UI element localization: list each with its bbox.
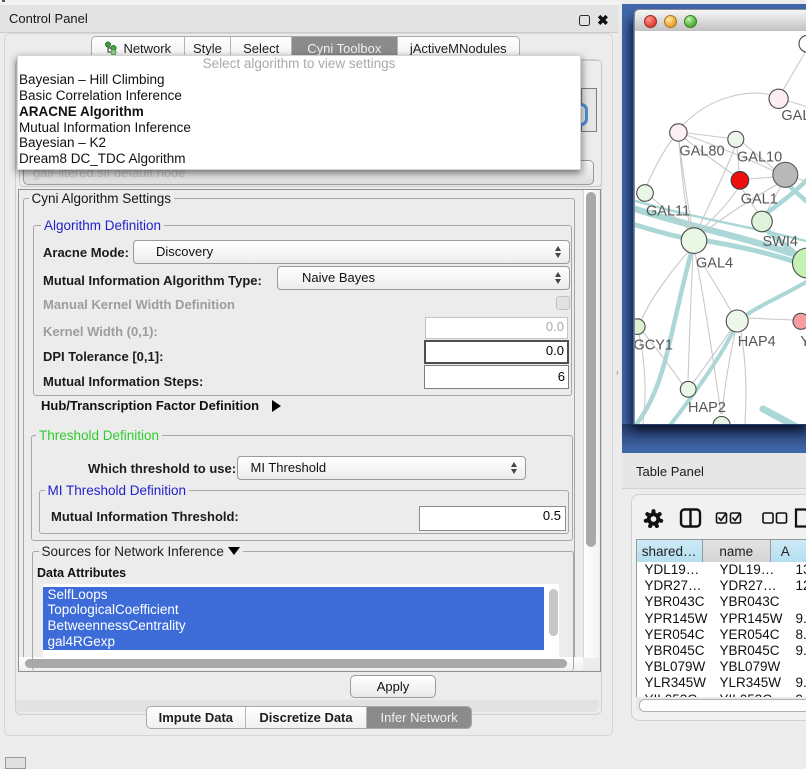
svg-text:HAP4: HAP4 <box>738 334 776 350</box>
svg-text:GAL1: GAL1 <box>741 192 778 208</box>
svg-text:HAP2: HAP2 <box>688 400 726 416</box>
svg-text:GCY1: GCY1 <box>635 338 673 354</box>
svg-text:GAL11: GAL11 <box>646 204 690 220</box>
svg-text:GAL4: GAL4 <box>696 256 733 272</box>
svg-text:YE: YE <box>800 334 806 350</box>
svg-text:GAL80: GAL80 <box>679 143 724 159</box>
svg-text:GAL7: GAL7 <box>781 108 806 124</box>
svg-text:GAL10: GAL10 <box>737 150 782 166</box>
svg-text:SWI4: SWI4 <box>763 234 798 250</box>
